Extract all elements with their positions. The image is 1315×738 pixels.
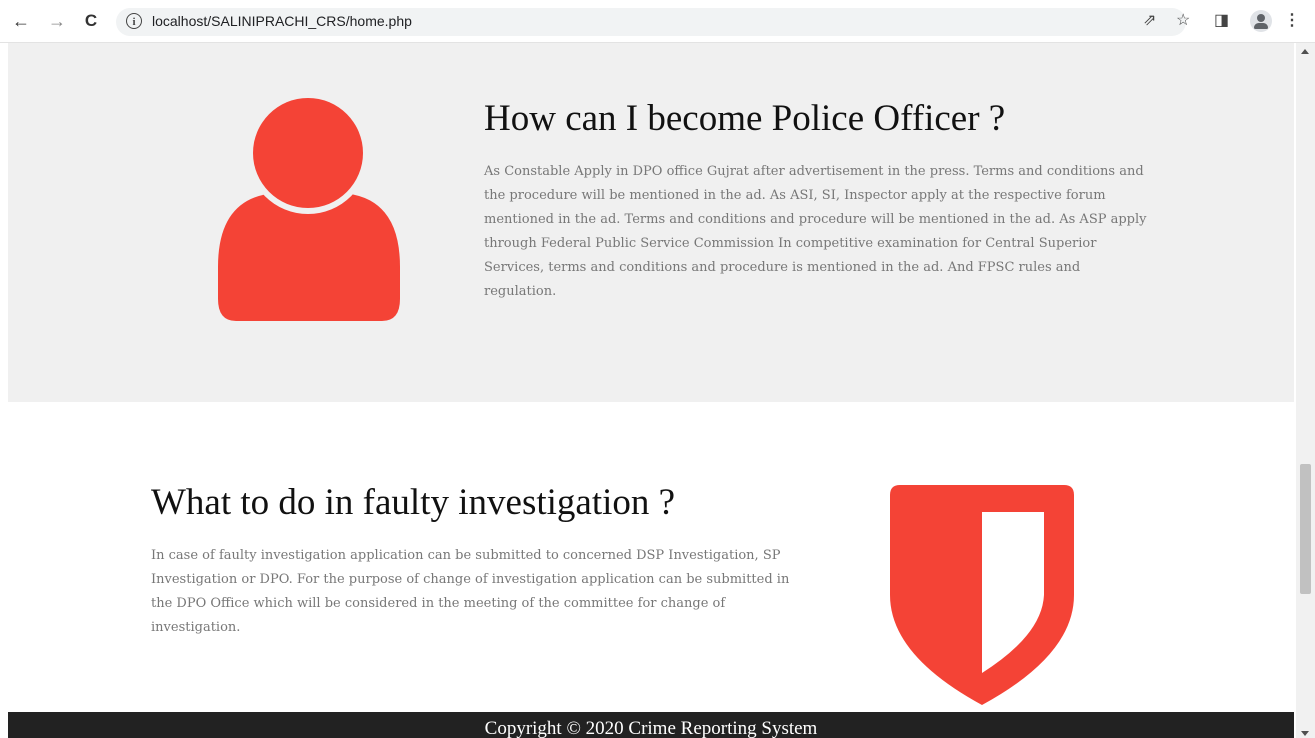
share-icon[interactable]: ⇗: [1143, 12, 1156, 30]
scrollbar-thumb[interactable]: [1300, 464, 1311, 594]
back-arrow-icon[interactable]: ←: [10, 10, 32, 32]
bookmark-star-icon[interactable]: ☆: [1176, 12, 1190, 30]
scroll-down-icon[interactable]: [1301, 731, 1309, 736]
shield-icon: [890, 485, 1074, 705]
police-officer-section: How can I become Police Officer ? As Con…: [8, 43, 1294, 402]
reload-icon[interactable]: C: [80, 10, 102, 32]
footer: Copyright © 2020 Crime Reporting System: [8, 712, 1294, 738]
section-text: In case of faulty investigation applicat…: [151, 548, 790, 635]
page-content: How can I become Police Officer ? As Con…: [8, 43, 1294, 738]
footer-copyright: Copyright © 2020 Crime Reporting System: [484, 718, 818, 738]
url-text[interactable]: localhost/SALINIPRACHI_CRS/home.php: [152, 13, 412, 29]
section-text: As Constable Apply in DPO office Gujrat …: [484, 164, 1147, 299]
side-panel-icon[interactable]: ◨: [1214, 12, 1229, 30]
section-title: How can I become Police Officer ?: [484, 98, 1006, 139]
faulty-investigation-section: What to do in faulty investigation ? In …: [8, 402, 1294, 712]
section-title: What to do in faulty investigation ?: [151, 482, 676, 523]
profile-avatar-icon[interactable]: [1250, 10, 1272, 32]
address-bar[interactable]: i localhost/SALINIPRACHI_CRS/home.php: [116, 8, 1186, 36]
browser-toolbar: ← → C i localhost/SALINIPRACHI_CRS/home.…: [0, 0, 1315, 43]
user-icon: [218, 97, 400, 321]
scroll-up-icon[interactable]: [1301, 49, 1309, 54]
site-info-icon[interactable]: i: [126, 13, 142, 29]
browser-menu-icon[interactable]: ⋮: [1284, 12, 1300, 30]
forward-arrow-icon[interactable]: →: [46, 10, 68, 32]
vertical-scrollbar[interactable]: [1296, 43, 1315, 738]
